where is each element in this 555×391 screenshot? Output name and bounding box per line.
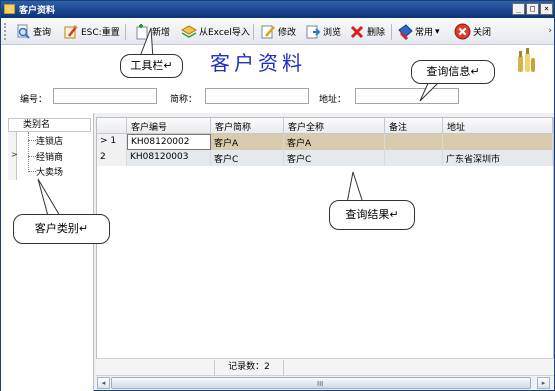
decoration-icon <box>518 48 535 72</box>
toolbar-callout: 工具栏↵ <box>120 54 183 78</box>
category-item-hypermarket[interactable]: 大卖场 <box>36 165 63 178</box>
import-excel-label: 从Excel导入 <box>199 28 250 38</box>
browse-icon <box>306 25 321 38</box>
grid-footer: 记录数：2 <box>96 358 554 375</box>
row-header[interactable]: > 1 <box>97 134 127 150</box>
column-full-name[interactable]: 客户全称 <box>284 118 385 134</box>
delete-icon <box>350 25 364 38</box>
close-icon <box>454 23 471 40</box>
category-item-chain-store[interactable]: 连锁店 <box>36 134 63 147</box>
delete-button[interactable]: 删除 <box>349 22 385 41</box>
row-header[interactable]: 2 <box>97 150 127 166</box>
table-row[interactable]: 2 KH08120003 客户C 客户C 广东省深圳市 <box>97 150 553 166</box>
scroll-right-icon[interactable]: ▸ <box>537 377 550 389</box>
search-icon <box>17 24 30 39</box>
chevron-down-icon: ▾ <box>435 26 440 37</box>
short-name-label: 简称： <box>170 95 198 105</box>
category-item-distributor[interactable]: 经销商 <box>36 150 63 163</box>
browse-button[interactable]: 浏览 <box>305 22 341 41</box>
cell-full-name[interactable]: 客户C <box>284 150 385 166</box>
column-short-name[interactable]: 客户简称 <box>211 118 284 134</box>
import-excel-button[interactable]: 从Excel导入 <box>181 22 250 41</box>
horizontal-scrollbar[interactable]: ◂ III ▸ <box>96 375 554 389</box>
close-label: 关闭 <box>473 28 492 38</box>
reset-button[interactable]: ESC:重置 <box>63 22 120 41</box>
excel-import-icon <box>181 24 197 38</box>
common-label: 常用 <box>415 28 434 38</box>
close-window-button[interactable]: × <box>540 3 553 15</box>
category-callout: 客户类别↵ <box>13 214 110 244</box>
edit-button[interactable]: 修改 <box>260 22 296 41</box>
tree-connector <box>28 140 36 141</box>
reset-label: ESC:重置 <box>81 28 120 38</box>
page-title: 客户资料 <box>210 51 306 75</box>
record-count: 记录数：2 <box>214 360 284 375</box>
title-bar: 客户资料 _ □ × <box>1 1 554 18</box>
cell-note[interactable] <box>385 134 443 150</box>
column-note[interactable]: 备注 <box>385 118 443 134</box>
column-customer-code[interactable]: 客户编号 <box>127 118 211 134</box>
row-index: 2 <box>100 152 106 162</box>
category-panel: 类别名 > 连锁店 经销商 大卖场 <box>1 113 94 391</box>
toolbar-separator <box>253 24 254 40</box>
customer-window: 客户资料 _ □ × 查询 ESC:重置 新增 从Excel导入 修改 浏览 删… <box>0 0 555 391</box>
toolbar: 查询 ESC:重置 新增 从Excel导入 修改 浏览 删除 常用 ▾ 关闭 › <box>1 18 554 45</box>
cell-address[interactable] <box>443 134 553 150</box>
category-callout-tail <box>37 178 61 217</box>
close-button[interactable]: 关闭 <box>454 22 491 41</box>
maximize-button[interactable]: □ <box>526 3 539 15</box>
query-info-callout: 查询信息↵ <box>411 60 495 84</box>
address-label: 地址： <box>319 95 347 105</box>
cell-customer-code[interactable]: KH08120003 <box>127 150 211 166</box>
tree-connector <box>28 132 29 172</box>
edit-icon <box>261 25 275 38</box>
scroll-thumb[interactable]: III <box>111 377 531 389</box>
code-label: 编号： <box>20 95 48 105</box>
toolbar-grip[interactable] <box>4 23 8 40</box>
search-bar: 编号： 简称： 地址： <box>1 79 554 113</box>
row-header-column <box>97 118 127 134</box>
reset-icon <box>64 24 78 38</box>
minimize-button[interactable]: _ <box>512 3 525 15</box>
browse-label: 浏览 <box>323 28 342 38</box>
app-icon <box>4 4 15 14</box>
column-address[interactable]: 地址 <box>443 118 553 134</box>
delete-label: 删除 <box>367 28 386 38</box>
toolbar-separator <box>391 24 392 40</box>
cell-note[interactable] <box>385 150 443 166</box>
tree-connector <box>28 171 36 172</box>
toolbar-overflow-icon[interactable]: › <box>548 26 552 36</box>
cell-short-name[interactable]: 客户C <box>211 150 284 166</box>
edit-label: 修改 <box>278 28 297 38</box>
query-label: 查询 <box>33 28 52 38</box>
query-button[interactable]: 查询 <box>15 22 51 41</box>
current-row-icon: > <box>100 136 108 146</box>
current-row-icon: > <box>11 150 18 159</box>
result-callout: 查询结果↵ <box>329 200 415 230</box>
table-row[interactable]: > 1 KH08120002 客户A 客户A <box>97 134 553 150</box>
results-grid: 客户编号 客户简称 客户全称 备注 地址 > 1 KH08120002 客户A … <box>96 117 554 362</box>
cell-short-name[interactable]: 客户A <box>211 134 284 150</box>
toolbar-separator <box>125 24 126 40</box>
common-menu-button[interactable]: 常用 ▾ <box>397 22 440 41</box>
category-column-header: 类别名 <box>8 118 91 132</box>
cell-address[interactable]: 广东省深圳市 <box>443 150 553 166</box>
tree-connector <box>28 156 36 157</box>
favorite-icon <box>398 23 413 40</box>
code-input[interactable] <box>53 88 157 104</box>
row-index: 1 <box>110 136 117 146</box>
window-title: 客户资料 <box>19 6 56 16</box>
cell-customer-code[interactable]: KH08120002 <box>127 134 211 150</box>
scroll-grip-icon: III <box>317 380 324 388</box>
short-name-input[interactable] <box>205 88 309 104</box>
cell-full-name[interactable]: 客户A <box>284 134 385 150</box>
scroll-left-icon[interactable]: ◂ <box>97 377 110 389</box>
